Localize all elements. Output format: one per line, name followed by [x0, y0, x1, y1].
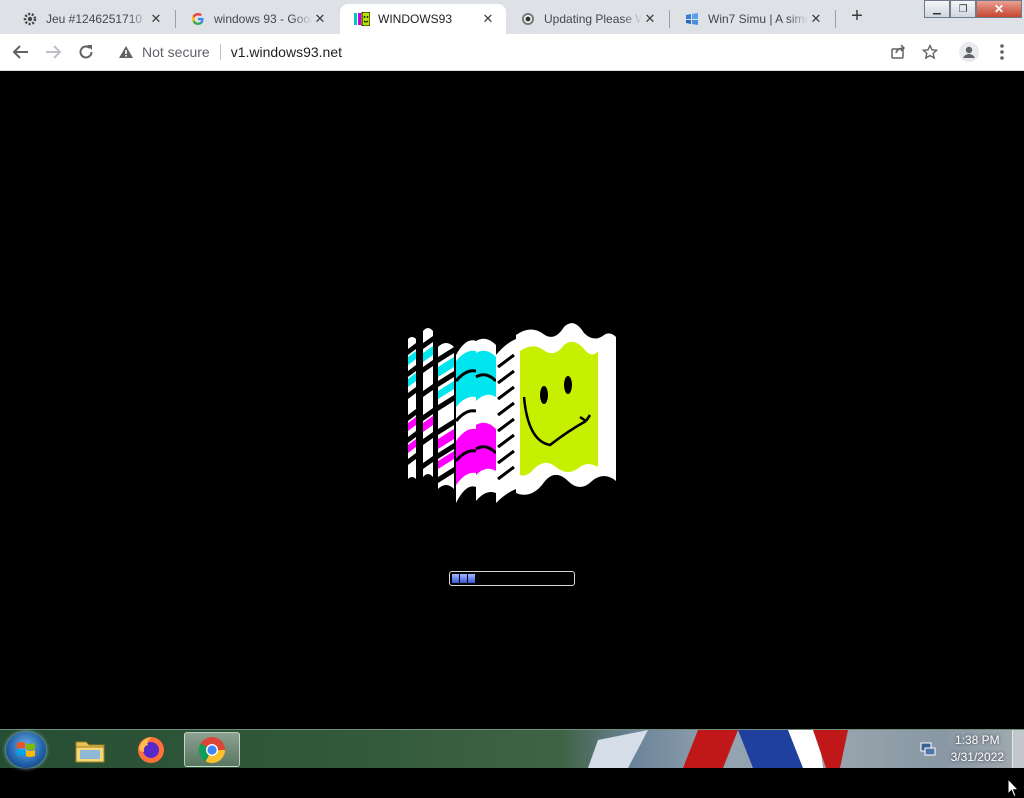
tab-separator	[835, 10, 836, 28]
progress-segment	[452, 574, 459, 583]
clock-time: 1:38 PM	[954, 733, 1000, 747]
new-tab-button[interactable]: +	[846, 6, 868, 28]
menu-button[interactable]	[990, 40, 1014, 64]
tab-title: Win7 Simu | A simulator	[708, 12, 808, 26]
page-viewport	[0, 71, 1024, 798]
tab-windows93[interactable]: WINDOWS93 ✕	[340, 4, 506, 34]
file-explorer-icon	[75, 741, 105, 762]
taskbar: 1:38 PM 3/31/2022	[0, 729, 1024, 768]
progress-fill	[452, 574, 572, 583]
back-arrow-icon	[12, 45, 28, 59]
more-vert-icon	[1000, 44, 1004, 60]
progress-segment	[460, 574, 467, 583]
minimize-icon: ▁	[933, 3, 941, 15]
gear-icon	[22, 11, 38, 27]
clock[interactable]: 1:38 PM 3/31/2022	[951, 732, 1004, 766]
tab-title: Jeu #1246251710 -	[46, 12, 148, 26]
tab-win7simu[interactable]: Win7 Simu | A simulator ✕	[670, 4, 834, 34]
smiley-flag	[516, 323, 616, 495]
restore-icon: ❐	[958, 3, 968, 15]
close-tab-icon[interactable]: ✕	[148, 11, 164, 27]
forward-arrow-icon	[46, 45, 62, 59]
win7simu-icon	[684, 11, 700, 27]
start-button[interactable]	[6, 732, 46, 768]
progress-segment	[468, 574, 475, 583]
loading-progress-bar	[449, 571, 575, 586]
url-text[interactable]: v1.windows93.net	[231, 44, 342, 60]
forward-button[interactable]	[41, 40, 65, 64]
warning-icon[interactable]	[118, 44, 134, 60]
taskbar-firefox[interactable]	[123, 732, 179, 767]
taskbar-chrome[interactable]	[184, 732, 240, 767]
windows-logo-icon	[17, 742, 35, 757]
tab-strip: Jeu #1246251710 - ✕ windows 93 - Google …	[0, 0, 1024, 34]
tab-title: Updating Please Wait	[544, 12, 642, 26]
tab-google[interactable]: windows 93 - Google ✕	[176, 4, 338, 34]
close-tab-icon[interactable]: ✕	[480, 11, 496, 27]
address-divider	[219, 44, 221, 60]
bookmark-button[interactable]	[918, 40, 942, 64]
firefox-icon	[138, 736, 164, 763]
back-button[interactable]	[9, 40, 33, 64]
close-tab-icon[interactable]: ✕	[312, 11, 328, 27]
tab-title: windows 93 - Google	[214, 12, 312, 26]
avatar-icon	[959, 42, 979, 62]
network-icon	[920, 742, 936, 756]
reload-icon	[79, 45, 93, 59]
windows93-logo	[408, 323, 616, 503]
wallpaper-peek	[588, 730, 848, 768]
browser-toolbar: Not secure v1.windows93.net	[0, 34, 1024, 71]
system-tray: 1:38 PM 3/31/2022	[919, 730, 1024, 768]
tab-updating[interactable]: Updating Please Wait ✕	[506, 4, 668, 34]
reload-button[interactable]	[74, 40, 98, 64]
share-icon	[891, 44, 906, 59]
close-icon: ✕	[993, 2, 1005, 16]
share-button[interactable]	[886, 40, 910, 64]
close-window-button[interactable]: ✕	[976, 0, 1022, 18]
taskbar-explorer[interactable]	[62, 732, 118, 767]
profile-button[interactable]	[957, 40, 981, 64]
chrome-icon	[198, 736, 226, 763]
windows93-icon	[354, 11, 370, 27]
google-icon	[190, 11, 206, 27]
tab-title: WINDOWS93	[378, 12, 453, 26]
show-desktop-button[interactable]	[1012, 730, 1024, 768]
mouse-cursor-icon	[1007, 778, 1019, 798]
tab-jeu[interactable]: Jeu #1246251710 - ✕	[8, 4, 174, 34]
minimize-button[interactable]: ▁	[924, 0, 950, 18]
star-icon	[922, 44, 938, 60]
restore-button[interactable]: ❐	[950, 0, 976, 18]
updating-icon	[520, 11, 536, 27]
clock-date: 3/31/2022	[950, 750, 1004, 764]
close-tab-icon[interactable]: ✕	[642, 11, 658, 27]
address-bar[interactable]: Not secure v1.windows93.net	[108, 38, 878, 66]
close-tab-icon[interactable]: ✕	[808, 11, 824, 27]
window-controls: ▁ ❐ ✕	[924, 0, 1022, 20]
security-status[interactable]: Not secure	[142, 44, 210, 60]
